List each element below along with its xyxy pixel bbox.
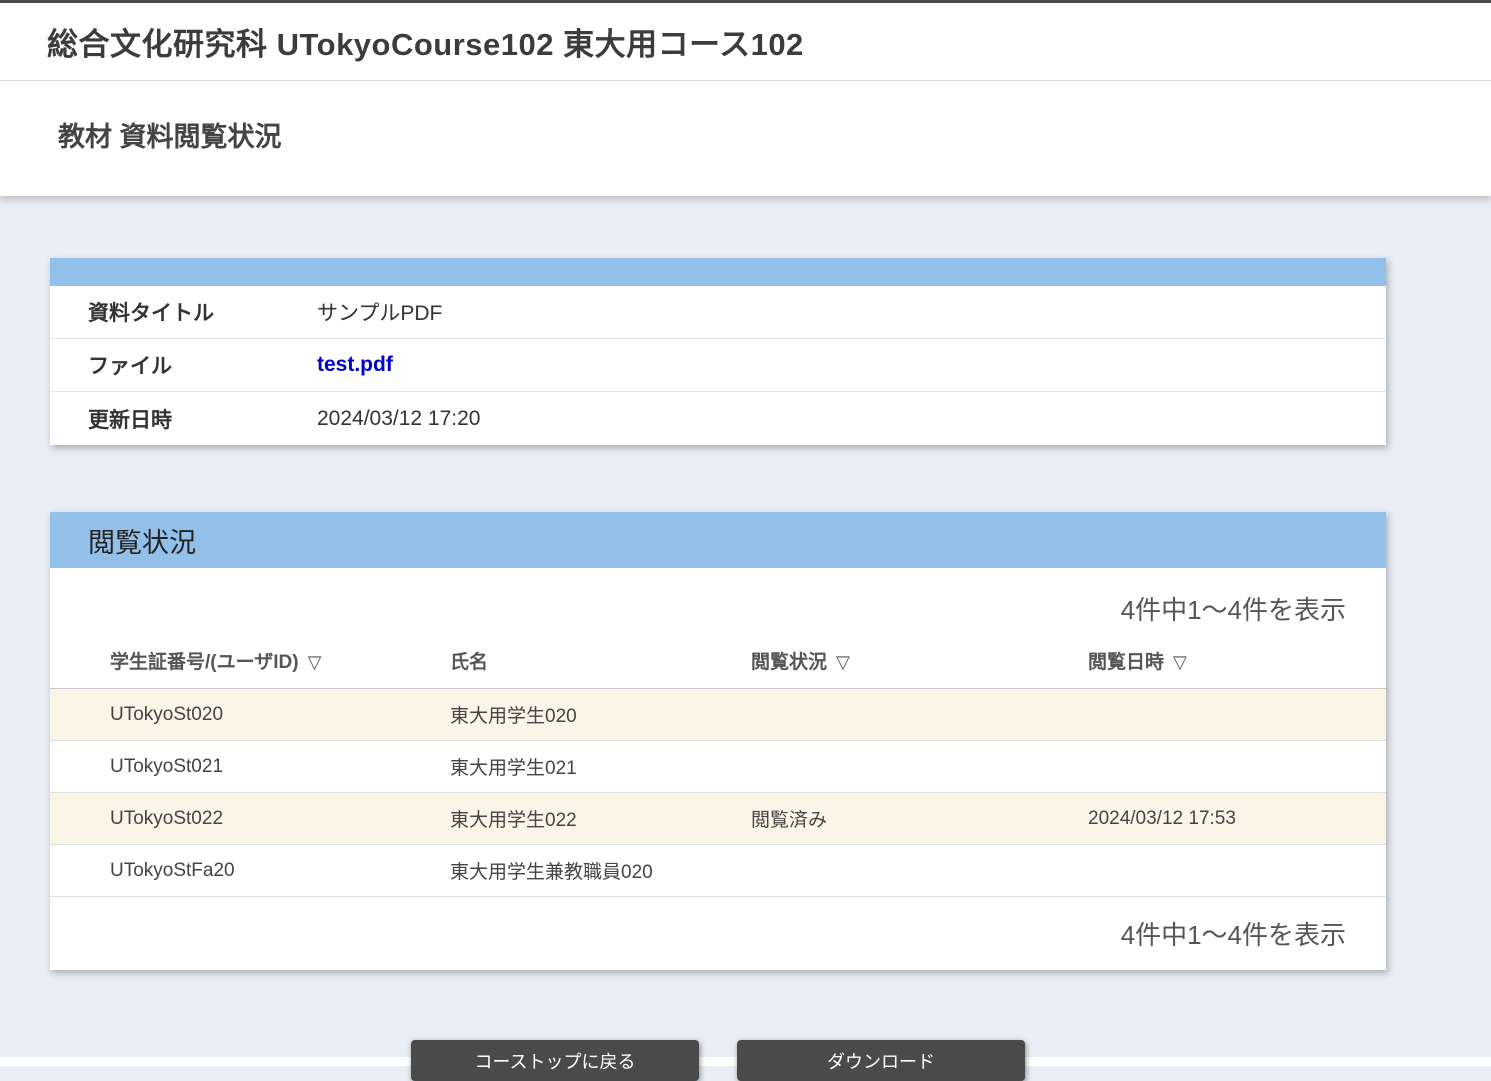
cell-name: 東大用学生020 <box>390 689 691 741</box>
download-button[interactable]: ダウンロード <box>737 1040 1025 1081</box>
cell-status <box>691 689 1028 741</box>
table-row: UTokyoSt021 東大用学生021 <box>50 741 1386 793</box>
table-row: UTokyoSt022 東大用学生022 閲覧済み 2024/03/12 17:… <box>50 793 1386 845</box>
page-title-row: 教材 資料閲覧状況 <box>0 81 1491 196</box>
sort-descending-icon: ▽ <box>308 652 322 672</box>
back-to-course-top-button[interactable]: コーストップに戻る <box>411 1040 699 1081</box>
cell-status: 閲覧済み <box>691 793 1028 845</box>
updated-datetime-value: 2024/03/12 17:20 <box>317 407 481 431</box>
viewing-status-header-bar: 閲覧状況 <box>50 512 1386 568</box>
course-title: 総合文化研究科 UTokyoCourse102 東大用コース102 <box>47 19 1471 64</box>
pagination-bottom: 4件中1～4件を表示 <box>50 897 1386 970</box>
section-title: 閲覧状況 <box>88 521 196 560</box>
material-panel-header-bar <box>50 258 1386 286</box>
action-button-row: コーストップに戻る ダウンロード <box>50 1040 1386 1081</box>
cell-viewed-at <box>1028 689 1386 741</box>
material-updated-row: 更新日時 2024/03/12 17:20 <box>50 392 1386 445</box>
cell-name: 東大用学生兼教職員020 <box>390 845 691 897</box>
info-label: 更新日時 <box>50 404 317 434</box>
material-file-row: ファイル test.pdf <box>50 339 1386 392</box>
viewing-status-panel: 閲覧状況 4件中1～4件を表示 学生証番号/(ユーザID)▽ 氏名 閲覧状況▽ <box>50 512 1386 970</box>
info-label: ファイル <box>50 350 317 380</box>
material-title-value: サンプルPDF <box>317 297 442 327</box>
sort-descending-icon: ▽ <box>1173 652 1187 672</box>
info-value: test.pdf <box>317 353 393 377</box>
page-header: 総合文化研究科 UTokyoCourse102 東大用コース102 教材 資料閲… <box>0 3 1491 196</box>
cell-viewed-at <box>1028 741 1386 793</box>
column-header-status[interactable]: 閲覧状況▽ <box>691 635 1028 689</box>
page-title: 教材 資料閲覧状況 <box>58 115 1471 154</box>
column-header-viewed-at[interactable]: 閲覧日時▽ <box>1028 635 1386 689</box>
material-title-row: 資料タイトル サンプルPDF <box>50 286 1386 339</box>
pagination-top: 4件中1～4件を表示 <box>50 568 1386 635</box>
cell-viewed-at: 2024/03/12 17:53 <box>1028 793 1386 845</box>
cell-status <box>691 741 1028 793</box>
file-download-link[interactable]: test.pdf <box>317 353 393 376</box>
column-header-name: 氏名 <box>390 635 691 689</box>
viewing-status-table: 学生証番号/(ユーザID)▽ 氏名 閲覧状況▽ 閲覧日時▽ UTokyoSt02… <box>50 635 1386 897</box>
cell-viewed-at <box>1028 845 1386 897</box>
info-label: 資料タイトル <box>50 297 317 327</box>
course-header-row: 総合文化研究科 UTokyoCourse102 東大用コース102 <box>0 3 1491 81</box>
table-row: UTokyoStFa20 東大用学生兼教職員020 <box>50 845 1386 897</box>
cell-status <box>691 845 1028 897</box>
cell-user-id: UTokyoSt022 <box>50 793 390 845</box>
cell-user-id: UTokyoSt021 <box>50 741 390 793</box>
cell-user-id: UTokyoSt020 <box>50 689 390 741</box>
material-info-panel: 資料タイトル サンプルPDF ファイル test.pdf 更新日時 2024/0… <box>50 258 1386 445</box>
main-content: 資料タイトル サンプルPDF ファイル test.pdf 更新日時 2024/0… <box>0 196 1491 1081</box>
column-header-user-id[interactable]: 学生証番号/(ユーザID)▽ <box>50 635 390 689</box>
cell-name: 東大用学生021 <box>390 741 691 793</box>
cell-user-id: UTokyoStFa20 <box>50 845 390 897</box>
sort-descending-icon: ▽ <box>836 652 850 672</box>
table-header-row: 学生証番号/(ユーザID)▽ 氏名 閲覧状況▽ 閲覧日時▽ <box>50 635 1386 689</box>
cell-name: 東大用学生022 <box>390 793 691 845</box>
table-row: UTokyoSt020 東大用学生020 <box>50 689 1386 741</box>
